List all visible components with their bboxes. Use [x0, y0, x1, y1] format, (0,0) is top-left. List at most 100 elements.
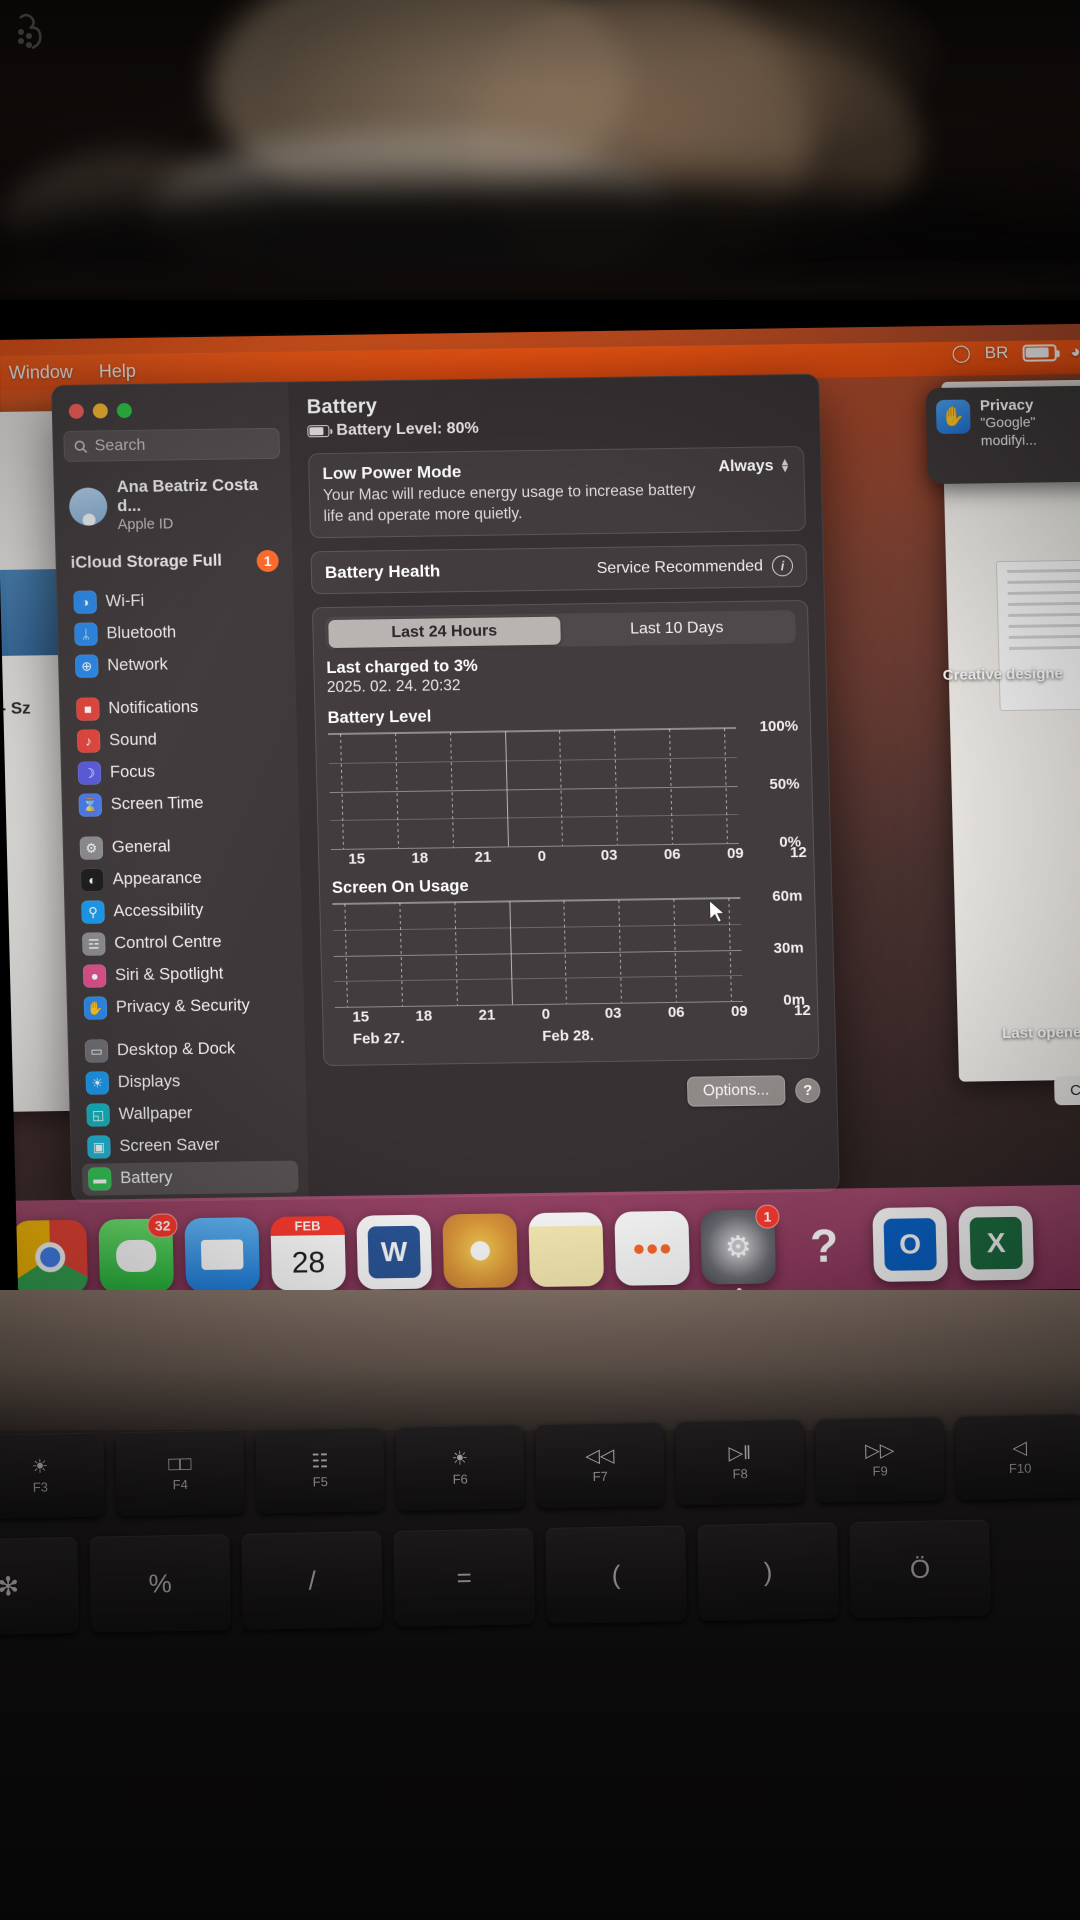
- key-F8[interactable]: ▷‖ F8: [675, 1418, 805, 1506]
- sidebar-item-privacy-security[interactable]: ✋ Privacy & Security: [78, 990, 295, 1025]
- help-button[interactable]: ?: [794, 1077, 821, 1103]
- sidebar-groups[interactable]: ◑ Wi-Fi ᛦ Bluetooth ⊕ Network ■ Notifications ♪ S…: [67, 584, 300, 1203]
- key-F6[interactable]: ☀ F6: [395, 1424, 525, 1511]
- screen-on-usage-plot: [332, 897, 743, 1009]
- battery-health-label: Battery Health: [324, 561, 441, 582]
- tab-last-10-days[interactable]: Last 10 Days: [560, 613, 793, 644]
- x-axis-tick: 09: [726, 845, 744, 863]
- key-=[interactable]: =: [393, 1528, 536, 1627]
- dock-item-word[interactable]: W: [356, 1214, 433, 1299]
- privacy-notification[interactable]: ✋ Privacy "Google" modifyi...: [925, 385, 1080, 485]
- key-F7[interactable]: ◁◁ F7: [535, 1421, 665, 1509]
- sidebar-item-sound[interactable]: ♪ Sound: [71, 723, 288, 758]
- sidebar-item-accessibility[interactable]: ⚲ Accessibility: [75, 894, 292, 929]
- keyboard-number-row[interactable]: ✻% / = () Ö: [0, 1519, 991, 1636]
- usage-history-card[interactable]: Last 24 Hours Last 10 Days Last charged …: [311, 600, 820, 1067]
- key-)[interactable]: ): [697, 1522, 839, 1622]
- dock-item-photos[interactable]: [442, 1213, 519, 1289]
- sidebar-item-label: Wi-Fi: [105, 592, 145, 611]
- key-F5[interactable]: ☷ F5: [255, 1427, 385, 1514]
- dock-item-outlook[interactable]: O: [872, 1206, 949, 1282]
- sidebar-item-wi-fi[interactable]: ◑ Wi-Fi: [67, 584, 284, 619]
- menu-item-help[interactable]: Help: [99, 360, 137, 382]
- apple-id-row[interactable]: Ana Beatriz Costa d... Apple ID: [64, 473, 282, 547]
- dock-item-calendar[interactable]: FEB 28: [270, 1215, 347, 1291]
- dock-item-mail[interactable]: [184, 1217, 261, 1293]
- tab-last-24-hours[interactable]: Last 24 Hours: [327, 616, 561, 648]
- wifi-icon[interactable]: ◕: [1070, 342, 1080, 362]
- key-glyph: ▷‖: [728, 1442, 752, 1464]
- sidebar-item-label: General: [111, 837, 171, 857]
- range-tabs[interactable]: Last 24 Hours Last 10 Days: [325, 610, 796, 651]
- battery-icon[interactable]: [1022, 343, 1057, 362]
- network-icon: ⊕: [75, 654, 99, 679]
- key-glyph: ☀: [31, 1455, 49, 1478]
- keyboard[interactable]: ☀ F3 □□ F4 ☷ F5 ☀ F6 ◁◁ F7 ▷‖ F8 ▷▷ F9 ◁ F10 ✻% / =() Ö: [0, 1413, 1080, 1920]
- system-settings-window[interactable]: Search Ana Beatriz Costa d... Apple ID i…: [51, 373, 840, 1203]
- hand-cursor-icon: [18, 13, 42, 50]
- search-input[interactable]: Search: [63, 427, 281, 462]
- key-/[interactable]: /: [241, 1531, 384, 1630]
- sidebar-item-screen-time[interactable]: ⌛ Screen Time: [72, 787, 289, 822]
- dock-badge: 1: [755, 1204, 780, 1229]
- low-power-mode-select[interactable]: Always ▲ ▼: [718, 456, 790, 476]
- battery-pane[interactable]: Battery Battery Level: 80% Low Power Mod…: [288, 374, 839, 1199]
- key-([interactable]: (: [545, 1525, 688, 1624]
- dock-item-help[interactable]: ?: [786, 1208, 862, 1283]
- sidebar-item-battery[interactable]: ▬ Battery: [81, 1160, 299, 1196]
- sidebar-item-notifications[interactable]: ■ Notifications: [70, 691, 287, 726]
- page-title: Battery: [306, 395, 378, 419]
- input-source-indicator[interactable]: BR: [984, 343, 1008, 363]
- key-F9[interactable]: ▷▷ F9: [815, 1416, 945, 1503]
- settings-sidebar[interactable]: Search Ana Beatriz Costa d... Apple ID i…: [52, 382, 309, 1203]
- screen-time-icon: ⌛: [78, 793, 103, 818]
- dock-item-chrome[interactable]: [12, 1219, 89, 1304]
- screen-recording-icon[interactable]: ◯: [951, 344, 971, 364]
- x-axis-tick: 03: [604, 1004, 622, 1023]
- sidebar-item-displays[interactable]: ☀ Displays: [79, 1065, 296, 1100]
- laptop-palmrest: [0, 1290, 1080, 1430]
- x-axis-tick: 21: [474, 848, 492, 867]
- side-action-button[interactable]: Ca: [1053, 1075, 1080, 1106]
- dock[interactable]: 32 FEB 28 W ●●● ⚙ 1? O X: [1, 1184, 1080, 1305]
- dock-item-system-settings[interactable]: ⚙ 1: [700, 1204, 780, 1294]
- sidebar-item-appearance[interactable]: ◐ Appearance: [74, 862, 291, 897]
- options-button[interactable]: Options...: [686, 1075, 786, 1107]
- key-F4[interactable]: □□ F4: [115, 1429, 245, 1517]
- dock-item-excel[interactable]: X: [958, 1205, 1035, 1281]
- menu-bar-status-items[interactable]: ◯ BR ◕: [951, 342, 1080, 364]
- sidebar-item-desktop-dock[interactable]: ▭ Desktop & Dock: [79, 1033, 296, 1068]
- sidebar-item-control-centre[interactable]: ☲ Control Centre: [76, 926, 293, 961]
- low-power-mode-card[interactable]: Low Power Mode Your Mac will reduce ener…: [307, 445, 807, 539]
- close-button[interactable]: [68, 403, 85, 419]
- icloud-storage-row[interactable]: iCloud Storage Full 1: [66, 544, 283, 587]
- sidebar-item-wallpaper[interactable]: ◱ Wallpaper: [80, 1096, 297, 1131]
- window-traffic-lights[interactable]: [62, 393, 279, 431]
- key-✻[interactable]: ✻: [0, 1536, 80, 1636]
- sidebar-item-network[interactable]: ⊕ Network: [69, 648, 286, 683]
- info-icon[interactable]: i: [771, 555, 794, 577]
- key-F10[interactable]: ◁ F10: [955, 1413, 1080, 1501]
- key-%[interactable]: %: [89, 1534, 232, 1633]
- key-F3[interactable]: ☀ F3: [0, 1432, 105, 1519]
- sidebar-item-general[interactable]: ⚙ General: [73, 830, 290, 865]
- battery-pane-footer[interactable]: Options... ?: [324, 1075, 821, 1112]
- dock-item-reminders[interactable]: ●●●: [614, 1210, 691, 1286]
- dock-item-messages[interactable]: 32: [98, 1213, 178, 1294]
- zoom-button[interactable]: [116, 402, 133, 419]
- battery-health-card[interactable]: Battery Health Service Recommended i: [310, 544, 808, 595]
- background-window-right[interactable]: [941, 379, 1080, 1082]
- document-caption: Creative designe: [942, 665, 1064, 684]
- sidebar-item-siri-spotlight[interactable]: ● Siri & Spotlight: [77, 958, 294, 993]
- key-label: F8: [732, 1465, 748, 1481]
- sidebar-item-label: Appearance: [112, 869, 202, 889]
- accessibility-icon: ⚲: [81, 900, 105, 925]
- menu-item-window[interactable]: Window: [9, 361, 74, 383]
- sidebar-item-focus[interactable]: ☽ Focus: [72, 755, 289, 790]
- key-Ö[interactable]: Ö: [849, 1519, 991, 1619]
- sidebar-item-screen-saver[interactable]: ▣ Screen Saver: [81, 1128, 298, 1163]
- dock-item-notes[interactable]: [528, 1212, 605, 1288]
- sidebar-item-bluetooth[interactable]: ᛦ Bluetooth: [68, 616, 285, 651]
- gridline-horizontal: [332, 898, 741, 906]
- minimize-button[interactable]: [92, 403, 109, 419]
